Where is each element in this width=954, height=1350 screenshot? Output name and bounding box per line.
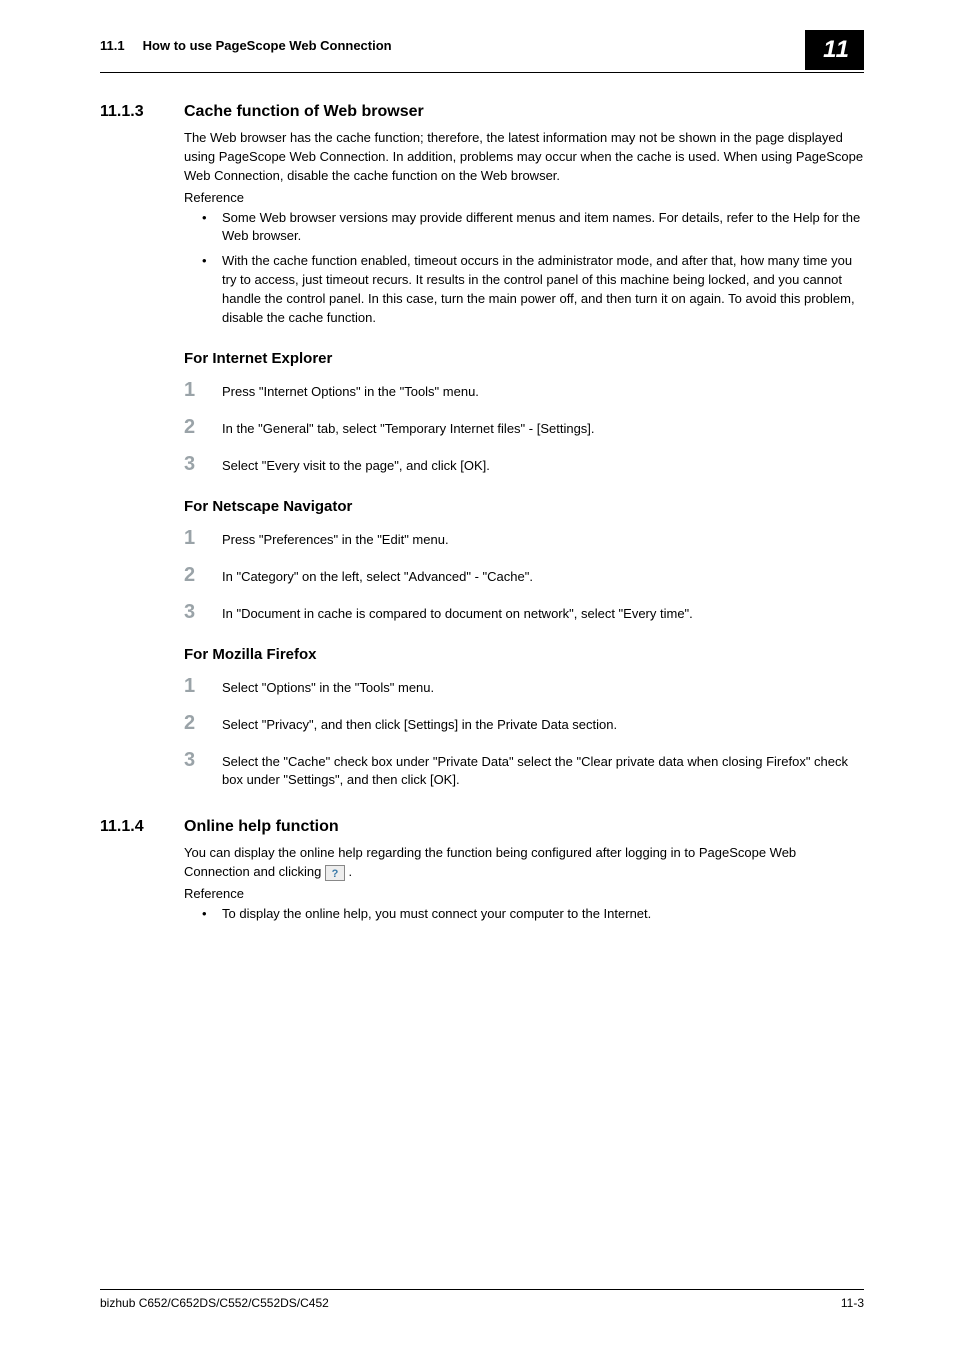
reference-label: Reference <box>184 886 864 901</box>
section-number: 11.1.4 <box>100 818 184 836</box>
step-row: 2 In "Category" on the left, select "Adv… <box>184 564 864 587</box>
step-number: 3 <box>184 601 222 624</box>
step-number: 2 <box>184 712 222 735</box>
subsection-title-firefox: For Mozilla Firefox <box>184 646 864 663</box>
intro-paragraph: The Web browser has the cache function; … <box>184 129 864 186</box>
reference-bullet-list: To display the online help, you must con… <box>184 905 864 924</box>
step-number: 1 <box>184 379 222 402</box>
step-number: 1 <box>184 527 222 550</box>
header-section-title: 11.1 How to use PageScope Web Connection <box>100 30 392 53</box>
help-icon: ? <box>325 865 345 881</box>
step-text: Select "Options" in the "Tools" menu. <box>222 679 434 698</box>
page-footer: bizhub C652/C652DS/C552/C552DS/C452 11-3 <box>100 1289 864 1310</box>
intro-text-before: You can display the online help regardin… <box>184 845 796 879</box>
reference-bullet-list: Some Web browser versions may provide di… <box>184 209 864 328</box>
intro-paragraph: You can display the online help regardin… <box>184 844 864 882</box>
step-row: 1 Press "Internet Options" in the "Tools… <box>184 379 864 402</box>
step-text: Press "Preferences" in the "Edit" menu. <box>222 531 449 550</box>
step-text: Press "Internet Options" in the "Tools" … <box>222 383 479 402</box>
section-title: Online help function <box>184 818 339 836</box>
step-text: In "Document in cache is compared to doc… <box>222 605 693 624</box>
section-title: Cache function of Web browser <box>184 103 424 121</box>
step-number: 3 <box>184 749 222 772</box>
step-text: Select the "Cache" check box under "Priv… <box>222 753 864 791</box>
footer-page-number: 11-3 <box>841 1296 864 1310</box>
step-number: 3 <box>184 453 222 476</box>
header-section-number: 11.1 <box>100 38 125 53</box>
step-row: 1 Select "Options" in the "Tools" menu. <box>184 675 864 698</box>
subsection-title-netscape: For Netscape Navigator <box>184 498 864 515</box>
step-number: 2 <box>184 564 222 587</box>
bullet-item: Some Web browser versions may provide di… <box>184 209 864 247</box>
svg-text:?: ? <box>332 868 339 879</box>
step-number: 1 <box>184 675 222 698</box>
section-heading: 11.1.3 Cache function of Web browser <box>100 103 864 121</box>
footer-model: bizhub C652/C652DS/C552/C552DS/C452 <box>100 1296 329 1310</box>
bullet-item: With the cache function enabled, timeout… <box>184 252 864 327</box>
section-intro-block: You can display the online help regardin… <box>184 844 864 924</box>
section-heading: 11.1.4 Online help function <box>100 818 864 836</box>
step-text: In the "General" tab, select "Temporary … <box>222 420 595 439</box>
bullet-item: To display the online help, you must con… <box>184 905 864 924</box>
section-number: 11.1.3 <box>100 103 184 121</box>
step-row: 1 Press "Preferences" in the "Edit" menu… <box>184 527 864 550</box>
subsection-title-ie: For Internet Explorer <box>184 350 864 367</box>
step-text: Select "Every visit to the page", and cl… <box>222 457 490 476</box>
section-intro-block: The Web browser has the cache function; … <box>184 129 864 328</box>
step-row: 2 In the "General" tab, select "Temporar… <box>184 416 864 439</box>
intro-text-after: . <box>345 864 352 879</box>
header-section-text: How to use PageScope Web Connection <box>143 38 392 53</box>
step-row: 2 Select "Privacy", and then click [Sett… <box>184 712 864 735</box>
page-header: 11.1 How to use PageScope Web Connection… <box>100 30 864 73</box>
step-row: 3 Select "Every visit to the page", and … <box>184 453 864 476</box>
step-text: Select "Privacy", and then click [Settin… <box>222 716 617 735</box>
step-row: 3 In "Document in cache is compared to d… <box>184 601 864 624</box>
step-row: 3 Select the "Cache" check box under "Pr… <box>184 749 864 791</box>
chapter-number-badge: 11 <box>805 30 864 70</box>
reference-label: Reference <box>184 190 864 205</box>
step-number: 2 <box>184 416 222 439</box>
step-text: In "Category" on the left, select "Advan… <box>222 568 533 587</box>
